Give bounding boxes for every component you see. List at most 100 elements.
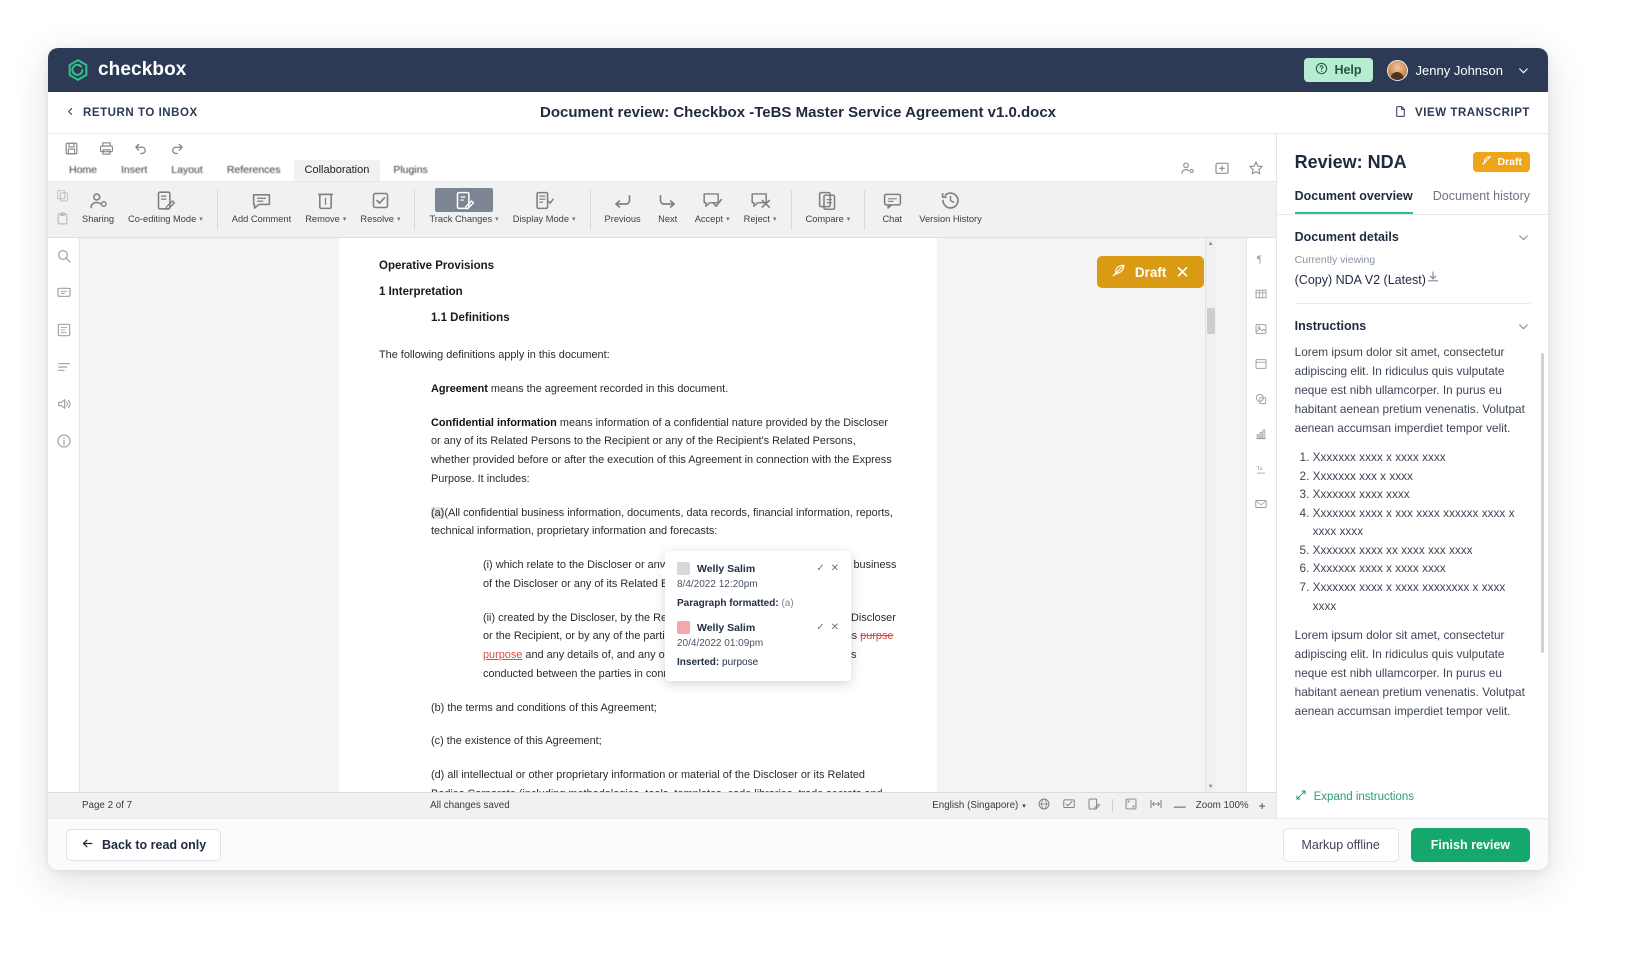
tracked-insertion[interactable]: purpose xyxy=(483,649,522,661)
track-changes-button[interactable]: Track Changes▾ xyxy=(422,185,505,224)
tracked-deletion[interactable]: purpse xyxy=(860,630,893,642)
read-aloud-icon[interactable] xyxy=(56,396,72,417)
close-icon[interactable]: ✕ xyxy=(1175,264,1189,281)
chart-settings-icon[interactable] xyxy=(1254,427,1268,446)
reject-change-icon[interactable]: ✕ xyxy=(831,622,839,633)
scroll-down-arrow[interactable]: ▼ xyxy=(1206,781,1216,792)
spell-check-globe-icon[interactable] xyxy=(1037,797,1051,814)
reject-change-icon[interactable]: ✕ xyxy=(831,563,839,574)
track-changes-status-icon[interactable] xyxy=(1087,797,1101,814)
co-editing-mode-button[interactable]: Co-editing Mode▾ xyxy=(121,185,210,224)
chat-button[interactable]: Chat xyxy=(872,185,912,224)
scrollbar-thumb[interactable] xyxy=(1207,308,1215,334)
reject-change-button[interactable]: Reject▾ xyxy=(737,185,784,224)
text-art-icon[interactable]: Ta xyxy=(1254,462,1268,481)
track-changes-label: Track Changes▾ xyxy=(429,214,498,224)
user-menu[interactable]: Jenny Johnson xyxy=(1387,60,1503,81)
manage-access-icon[interactable] xyxy=(1180,160,1196,181)
back-to-read-only-button[interactable]: Back to read only xyxy=(66,829,221,861)
change-entry-actions: ✓ ✕ xyxy=(816,563,839,574)
document-heading: Operative Provisions xyxy=(379,260,897,272)
tab-document-history[interactable]: Document history xyxy=(1433,189,1530,214)
view-transcript-button[interactable]: VIEW TRANSCRIPT xyxy=(1394,105,1530,121)
change-action-label: Paragraph formatted: xyxy=(677,598,779,609)
chat-icon xyxy=(880,188,904,212)
headings-panel-icon[interactable] xyxy=(56,322,72,343)
header-footer-icon[interactable] xyxy=(1254,357,1268,376)
instructions-scrollbar-thumb[interactable] xyxy=(1541,353,1544,653)
markup-offline-button[interactable]: Markup offline xyxy=(1283,828,1399,862)
display-mode-button[interactable]: Display Mode▾ xyxy=(506,185,583,224)
return-to-inbox-button[interactable]: RETURN TO INBOX xyxy=(66,106,198,120)
paragraph-marks-icon[interactable]: ¶ xyxy=(1254,252,1268,271)
document-canvas[interactable]: Operative Provisions 1 Interpretation 1.… xyxy=(80,238,1246,792)
ribbon-tab-layout[interactable]: Layout xyxy=(160,160,214,181)
info-icon[interactable] xyxy=(56,433,72,454)
search-icon[interactable] xyxy=(56,248,72,269)
ribbon-tab-insert[interactable]: Insert xyxy=(110,160,158,181)
clause-c: (c) the existence of this Agreement; xyxy=(431,732,897,751)
previous-change-button[interactable]: Previous xyxy=(598,185,648,224)
language-selector[interactable]: English (Singapore) ▾ xyxy=(932,800,1026,811)
accept-change-button[interactable]: Accept▾ xyxy=(688,185,737,224)
mail-merge-icon[interactable] xyxy=(1254,497,1268,516)
resolve-comment-button[interactable]: Resolve▾ xyxy=(353,185,407,224)
instructions-section-header[interactable]: Instructions xyxy=(1277,304,1548,343)
chevron-down-icon[interactable] xyxy=(1517,64,1530,77)
compare-button[interactable]: Compare▾ xyxy=(799,185,858,224)
list-item: Xxxxxxx xxx x xxxx xyxy=(1313,467,1530,486)
finish-review-button[interactable]: Finish review xyxy=(1411,828,1530,862)
paste-icon[interactable] xyxy=(56,212,69,230)
accept-change-icon[interactable]: ✓ xyxy=(816,622,824,633)
document-details-section-header[interactable]: Document details xyxy=(1277,215,1548,254)
fit-page-icon[interactable] xyxy=(1124,797,1138,814)
list-item: Xxxxxxx xxxx x xxxx xxxx xyxy=(1313,559,1530,578)
favorite-star-icon[interactable] xyxy=(1248,160,1264,181)
image-settings-icon[interactable] xyxy=(1254,322,1268,341)
document-icon xyxy=(1394,105,1407,121)
next-change-button[interactable]: Next xyxy=(648,185,688,224)
definition-agreement: Agreement means the agreement recorded i… xyxy=(431,380,897,399)
scroll-up-arrow[interactable]: ▲ xyxy=(1206,238,1216,249)
open-location-icon[interactable] xyxy=(1214,160,1230,181)
spelling-check-icon[interactable] xyxy=(1062,797,1076,814)
navigation-icon[interactable] xyxy=(56,359,72,380)
document-details-label: Document details xyxy=(1295,230,1399,244)
table-settings-icon[interactable] xyxy=(1254,287,1268,306)
ribbon-tab-references[interactable]: References xyxy=(216,160,292,181)
redo-icon[interactable] xyxy=(169,141,184,156)
print-icon[interactable] xyxy=(99,141,114,156)
change-description: Paragraph formatted: (a) xyxy=(677,598,839,609)
draft-status-badge[interactable]: Draft ✕ xyxy=(1097,256,1204,288)
undo-icon[interactable] xyxy=(134,141,149,156)
definition-confidential-information: Confidential information means informati… xyxy=(431,414,897,489)
document-page[interactable]: Operative Provisions 1 Interpretation 1.… xyxy=(339,238,937,792)
sharing-button[interactable]: Sharing xyxy=(75,185,121,224)
zoom-in-button[interactable]: + xyxy=(1259,799,1266,813)
version-history-button[interactable]: Version History xyxy=(912,185,989,224)
accept-change-icon[interactable]: ✓ xyxy=(816,563,824,574)
add-comment-label: Add Comment xyxy=(232,214,291,224)
copy-icon[interactable] xyxy=(56,189,69,207)
ribbon-tab-home[interactable]: Home xyxy=(58,160,108,181)
brand-logo-group[interactable]: checkbox xyxy=(66,58,186,82)
expand-instructions-button[interactable]: Expand instructions xyxy=(1277,781,1548,818)
zoom-out-button[interactable]: — xyxy=(1174,799,1186,813)
chevron-down-icon: ▾ xyxy=(847,215,851,223)
ribbon-tab-plugins[interactable]: Plugins xyxy=(382,160,438,181)
save-icon[interactable] xyxy=(64,141,79,156)
help-button[interactable]: Help xyxy=(1304,58,1372,82)
track-changes-popup[interactable]: Welly Salim ✓ ✕ 8/4/2022 12:20pm Paragra… xyxy=(665,551,851,681)
download-icon[interactable] xyxy=(1426,270,1440,289)
shape-settings-icon[interactable] xyxy=(1254,392,1268,411)
tab-document-overview[interactable]: Document overview xyxy=(1295,189,1413,214)
ribbon-tab-collaboration[interactable]: Collaboration xyxy=(294,160,381,181)
document-vertical-scrollbar[interactable]: ▲ ▼ xyxy=(1205,238,1216,792)
currently-viewing-value: (Copy) NDA V2 (Latest) xyxy=(1295,273,1426,287)
remove-comment-button[interactable]: Remove▾ xyxy=(298,185,353,224)
expand-arrows-icon xyxy=(1295,789,1307,804)
comments-panel-icon[interactable] xyxy=(56,285,72,306)
fit-width-icon[interactable] xyxy=(1149,797,1163,814)
instructions-scroll-area[interactable]: Lorem ipsum dolor sit amet, consectetur … xyxy=(1277,343,1548,781)
add-comment-button[interactable]: Add Comment xyxy=(225,185,298,224)
